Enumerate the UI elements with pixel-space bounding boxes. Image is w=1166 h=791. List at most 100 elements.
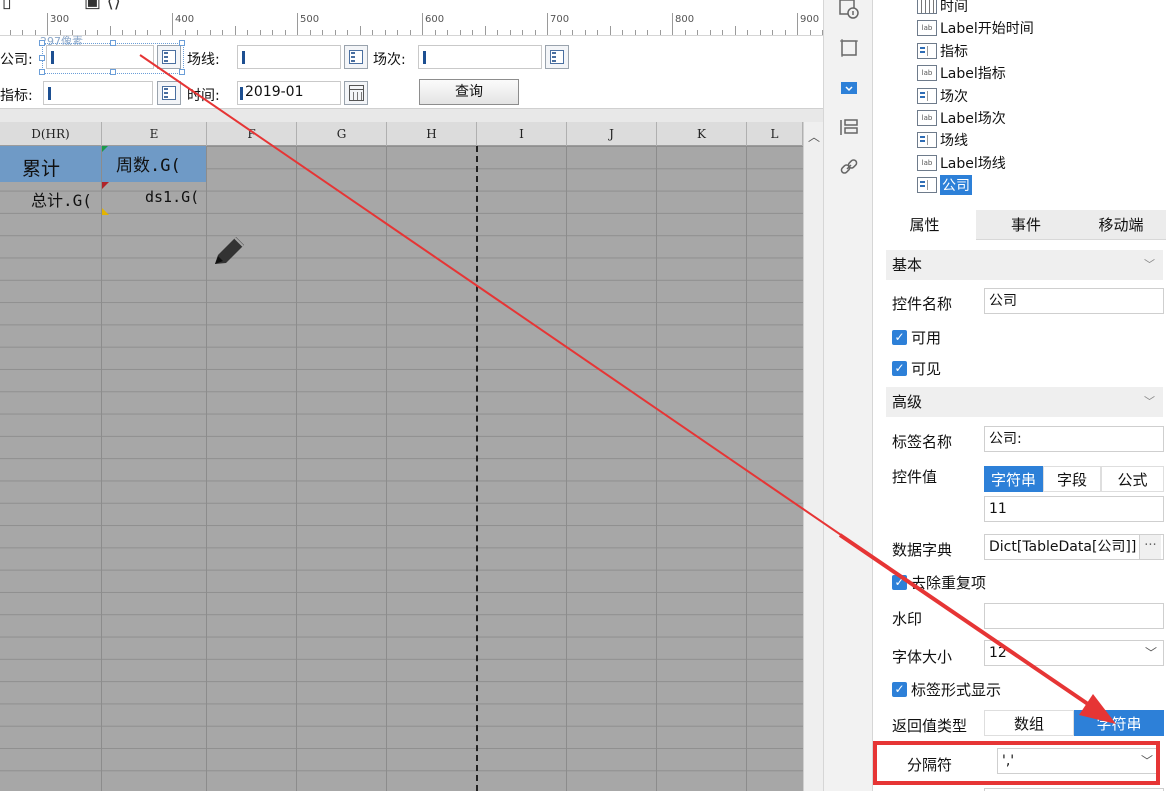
line-dropdown-button[interactable]	[344, 45, 368, 69]
cell-e1-text: 周数.G(	[116, 156, 181, 176]
resize-handle[interactable]	[179, 69, 185, 75]
tree-item-label: Label指标	[940, 66, 1006, 83]
value-mode-formula[interactable]: 公式	[1101, 466, 1164, 492]
sheet-vertical-scrollbar[interactable]: ︿	[803, 122, 823, 791]
ruler-minor-tick	[572, 30, 573, 35]
tree-item[interactable]: 场次	[917, 85, 968, 107]
column-header-g[interactable]: G	[297, 122, 387, 146]
return-type-array[interactable]: 数组	[984, 710, 1074, 736]
chevron-up-icon[interactable]: ︿	[808, 128, 820, 145]
time-input[interactable]: 2019-01	[237, 81, 341, 105]
tree-item[interactable]: lab Label开始时间	[917, 17, 1034, 39]
ruler-minor-tick	[709, 30, 711, 35]
ruler-minor-tick	[97, 30, 98, 35]
column-header-h[interactable]: H	[387, 122, 477, 146]
tree-item[interactable]: lab Label场线	[917, 152, 1006, 174]
ruler-label: 300	[50, 14, 70, 25]
property-tabs: 属性 事件 移动端	[873, 210, 1166, 240]
chevron-down-icon[interactable]: ﹀	[1144, 250, 1155, 280]
resize-handle[interactable]	[39, 55, 45, 61]
ruler-minor-tick	[772, 30, 773, 35]
line-input[interactable]	[237, 45, 341, 69]
return-type-string[interactable]: 字符串	[1074, 710, 1164, 736]
resize-handle[interactable]	[110, 40, 116, 46]
session-dropdown-button[interactable]	[545, 45, 569, 69]
dropdown-icon	[162, 86, 176, 100]
dropdown-widget-icon	[917, 132, 937, 149]
ruler-minor-tick	[272, 30, 273, 35]
chevron-down-icon[interactable]: ﹀	[1144, 387, 1155, 417]
ruler-minor-tick	[22, 30, 23, 35]
data-dictionary-label: 数据字典	[892, 541, 953, 559]
session-input[interactable]	[418, 45, 542, 69]
ruler-minor-tick	[34, 30, 36, 35]
tree-item[interactable]: 指标	[917, 40, 968, 62]
resize-handle[interactable]	[39, 40, 45, 46]
widget-value-input[interactable]: 11	[984, 496, 1164, 522]
resize-handle[interactable]	[110, 69, 116, 75]
watermark-input[interactable]	[984, 603, 1164, 629]
widget-name-input[interactable]: 公司	[984, 288, 1164, 314]
ruler-minor-tick	[634, 30, 636, 35]
ruler-minor-tick	[697, 30, 698, 35]
pane-splitter[interactable]	[0, 108, 823, 122]
more-icon[interactable]: ···	[1139, 535, 1161, 559]
tree-item-label: Label开始时间	[940, 21, 1034, 38]
calendar-button[interactable]	[344, 81, 368, 105]
tag-name-input[interactable]: 公司:	[984, 426, 1164, 452]
dedupe-checkbox[interactable]: ✓ 去除重复项	[892, 572, 986, 593]
grid-line	[101, 146, 102, 791]
list-layout-icon[interactable]	[838, 117, 860, 139]
ruler-minor-tick	[209, 30, 211, 35]
tree-item[interactable]: 公司	[917, 174, 972, 196]
query-button[interactable]: 查询	[419, 79, 519, 105]
label-widget-icon: lab	[917, 20, 937, 37]
tree-item[interactable]: 时间	[917, 0, 968, 17]
grid-line	[746, 146, 747, 791]
resize-handle[interactable]	[179, 40, 185, 46]
value-mode-string[interactable]: 字符串	[984, 466, 1043, 492]
advanced-section-header[interactable]: 高级 ﹀	[886, 387, 1163, 417]
basic-section-header[interactable]: 基本 ﹀	[886, 250, 1163, 280]
tab-mobile[interactable]: 移动端	[1076, 210, 1166, 240]
tab-properties[interactable]: 属性	[873, 210, 976, 240]
tab-events[interactable]: 事件	[976, 210, 1076, 240]
ruler-minor-tick	[597, 30, 598, 35]
resize-handle[interactable]	[39, 69, 45, 75]
ruler-minor-tick	[122, 30, 123, 35]
ruler-minor-tick	[584, 30, 586, 35]
link-icon[interactable]	[838, 156, 860, 178]
time-value: 2019-01	[245, 84, 304, 100]
ruler-minor-tick	[472, 30, 473, 35]
tree-item[interactable]: lab Label指标	[917, 62, 1006, 84]
data-dictionary-field[interactable]: Dict[TableData[公司]] ···	[984, 534, 1164, 560]
column-header-l[interactable]: L	[747, 122, 803, 146]
column-header-f[interactable]: F	[207, 122, 297, 146]
value-mode-field[interactable]: 字段	[1043, 466, 1101, 492]
column-header-k[interactable]: K	[657, 122, 747, 146]
column-header-i[interactable]: I	[477, 122, 567, 146]
tree-item[interactable]: 场线	[917, 129, 968, 151]
widget-info-icon[interactable]	[838, 0, 860, 22]
metric-input[interactable]	[43, 81, 153, 105]
tree-item-label: 指标	[940, 43, 968, 60]
font-size-select[interactable]: 12 ﹀	[984, 640, 1164, 666]
widget-settings-icon[interactable]	[838, 78, 860, 100]
metric-dropdown-button[interactable]	[157, 81, 181, 105]
column-header-e[interactable]: E	[102, 122, 207, 146]
company-label: 公司:	[0, 52, 33, 68]
column-header-j[interactable]: J	[567, 122, 657, 146]
ruler-minor-tick	[622, 30, 623, 35]
tree-item-label: Label场线	[940, 155, 1006, 172]
ruler-minor-tick	[409, 30, 411, 35]
frame-icon[interactable]	[838, 37, 860, 59]
tag-display-checkbox[interactable]: ✓ 标签形式显示	[892, 679, 1001, 700]
tag-name-label: 标签名称	[892, 433, 953, 451]
dropdown-widget-icon	[917, 42, 937, 59]
calendar-icon	[349, 85, 364, 101]
visible-checkbox[interactable]: ✓ 可见	[892, 358, 941, 379]
column-header-d[interactable]: D(HR)	[0, 122, 102, 146]
tree-item[interactable]: lab Label场次	[917, 107, 1006, 129]
sheet-grid[interactable]	[0, 146, 803, 791]
enabled-checkbox[interactable]: ✓ 可用	[892, 327, 941, 348]
